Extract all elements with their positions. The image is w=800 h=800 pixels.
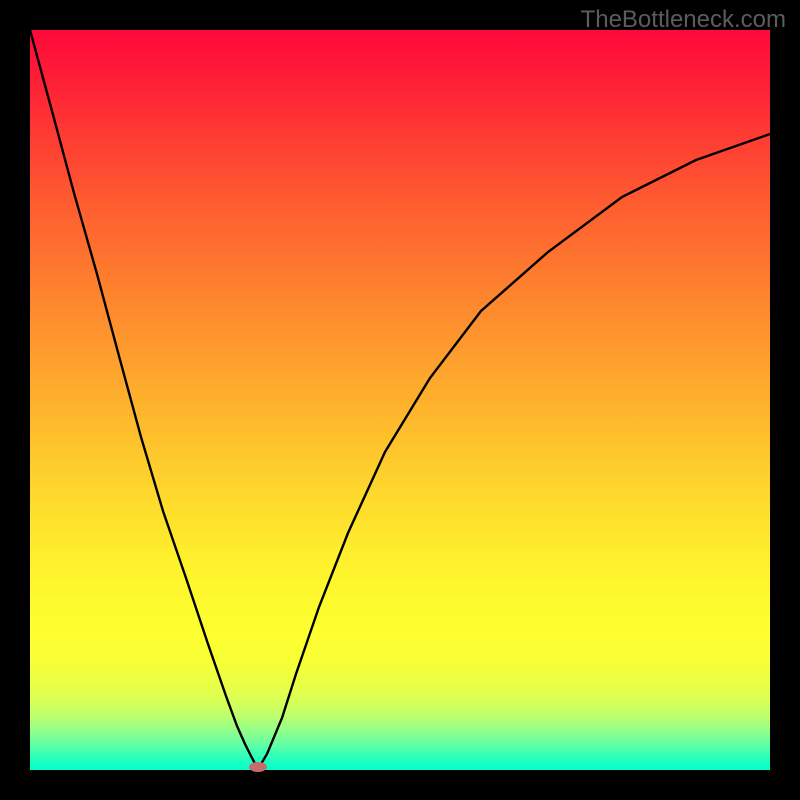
curve-right-branch <box>258 134 770 769</box>
curve-left-branch <box>30 30 258 769</box>
minimum-marker <box>249 762 267 772</box>
curve-svg <box>30 30 770 770</box>
chart-frame: TheBottleneck.com <box>0 0 800 800</box>
plot-area <box>30 30 770 770</box>
